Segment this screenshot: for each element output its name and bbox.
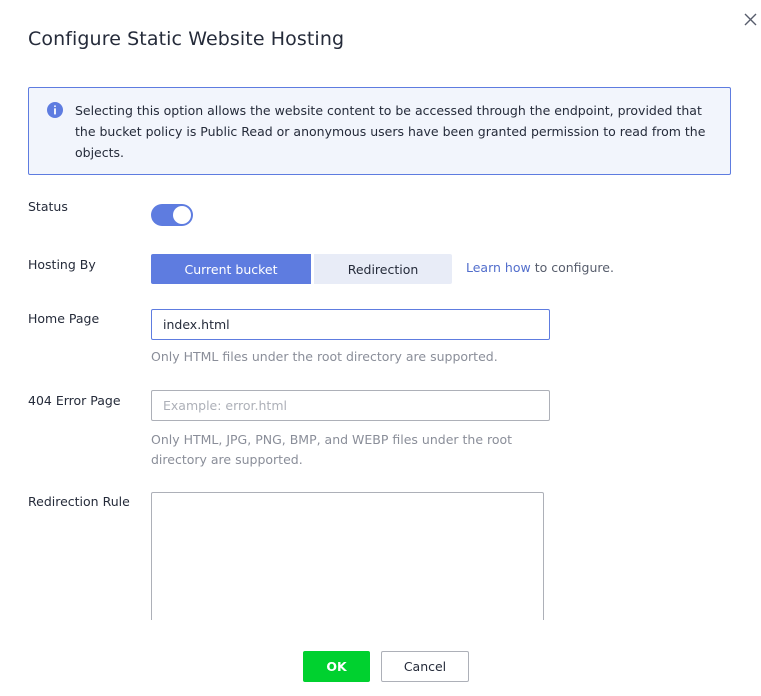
info-text: Selecting this option allows the website… (75, 103, 706, 160)
status-toggle[interactable] (151, 204, 193, 226)
hosting-by-label: Hosting By (28, 257, 96, 272)
dialog-title: Configure Static Website Hosting (28, 28, 345, 50)
info-icon (47, 102, 63, 118)
redirection-rule-textarea[interactable] (151, 492, 544, 632)
home-page-hint: Only HTML files under the root directory… (151, 349, 498, 364)
hosting-option-redirection[interactable]: Redirection (314, 254, 452, 284)
learn-how-suffix: to configure. (530, 260, 614, 275)
cancel-button[interactable]: Cancel (381, 651, 469, 682)
error-page-hint-line-1: Only HTML, JPG, PNG, BMP, and WEBP files… (151, 432, 513, 447)
close-icon (744, 13, 756, 25)
error-page-input[interactable] (151, 390, 550, 421)
redirection-rule-label: Redirection Rule (28, 494, 130, 509)
learn-how-text: Learn how to configure. (466, 260, 614, 275)
error-page-hint: Only HTML, JPG, PNG, BMP, and WEBP files… (151, 430, 512, 470)
static-hosting-dialog: Configure Static Website Hosting Selecti… (0, 0, 761, 696)
toggle-knob (173, 206, 191, 224)
learn-how-link[interactable]: Learn how (466, 260, 531, 275)
status-label: Status (28, 199, 68, 214)
ok-button[interactable]: OK (303, 651, 370, 682)
info-banner: Selecting this option allows the website… (28, 87, 731, 175)
close-button[interactable] (740, 9, 760, 29)
hosting-option-current-bucket[interactable]: Current bucket (151, 254, 311, 284)
home-page-label: Home Page (28, 311, 100, 326)
error-page-hint-line-2: directory are supported. (151, 452, 303, 467)
error-page-label: 404 Error Page (28, 393, 121, 408)
home-page-input[interactable] (151, 309, 550, 340)
